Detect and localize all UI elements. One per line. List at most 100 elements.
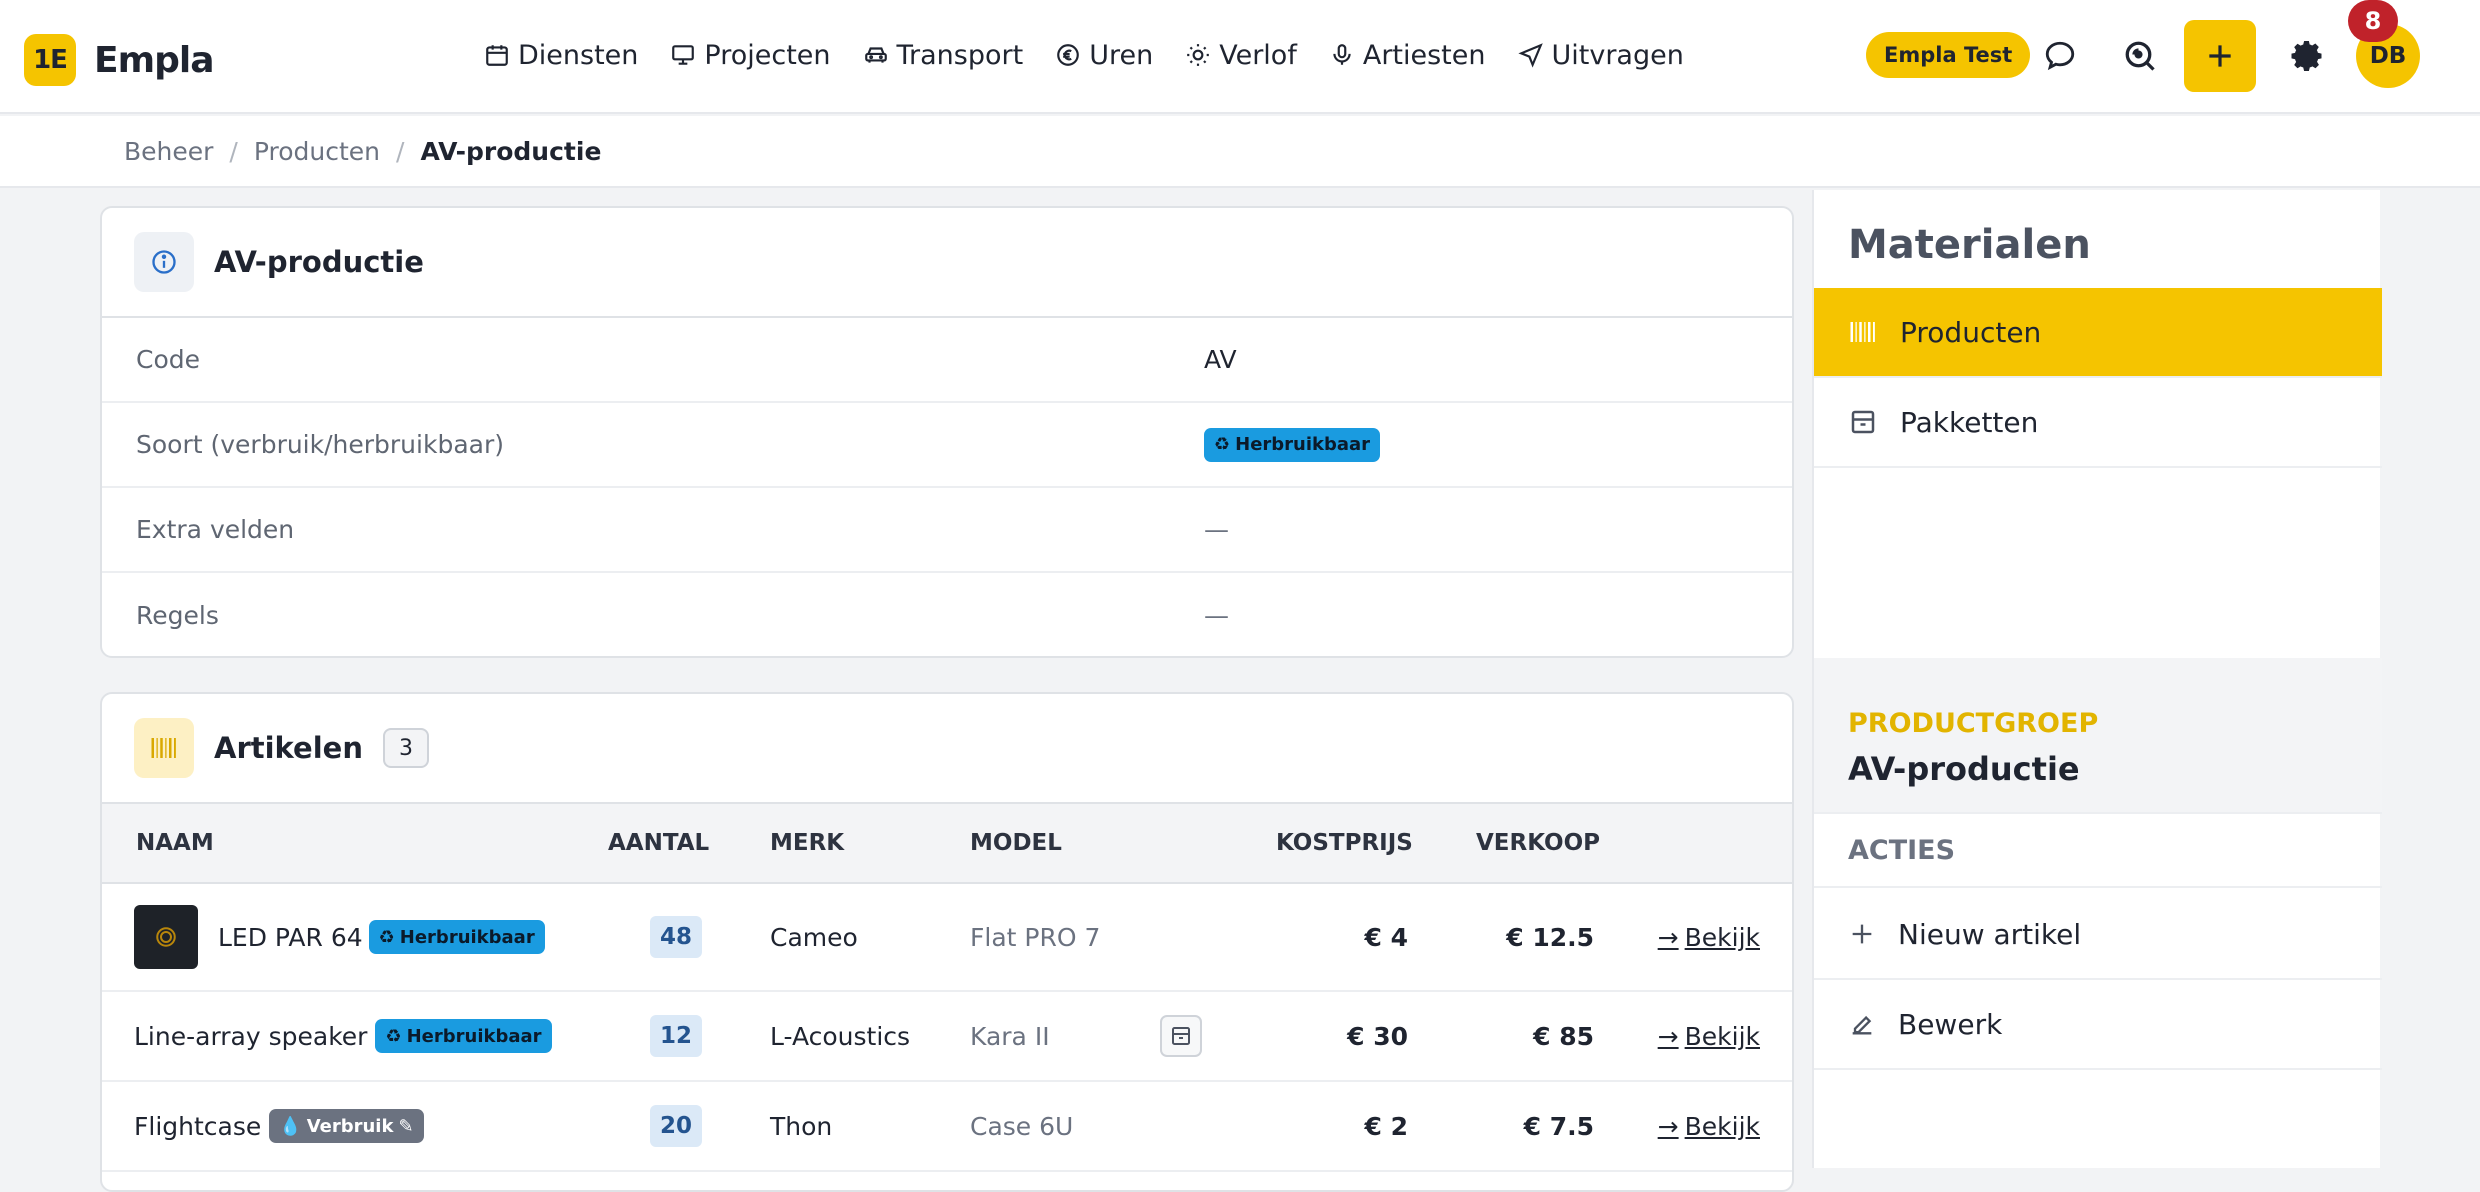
- package-icon: [1851, 410, 1875, 434]
- property-value: ♻ Herbruikbaar: [1204, 427, 1381, 462]
- quantity-badge: 20: [650, 1105, 703, 1147]
- brand-logo: 1E: [24, 34, 76, 86]
- sidebar-item-label: Producten: [1900, 315, 2042, 349]
- nav-item-uren[interactable]: Uren: [1039, 30, 1169, 80]
- breadcrumb-separator: /: [229, 136, 238, 166]
- cell-merk: Thon: [770, 1111, 833, 1141]
- view-link-inner[interactable]: → Bekijk: [1658, 923, 1760, 952]
- plus-icon: [2209, 45, 2231, 67]
- arrow-right-icon: →: [1657, 922, 1679, 952]
- cell-aantal: 12: [650, 992, 703, 1080]
- sidebar-item-pakketten[interactable]: Pakketten: [1814, 378, 2382, 468]
- package-button[interactable]: [1160, 992, 1202, 1080]
- recycle-icon: ♻: [385, 1025, 402, 1047]
- info-icon: [134, 232, 194, 292]
- col-aantal[interactable]: AANTAL: [608, 830, 709, 856]
- edit-button[interactable]: Bewerk: [1814, 980, 2382, 1070]
- nav-label: Uitvragen: [1551, 39, 1684, 71]
- barcode-icon: [134, 718, 194, 778]
- breadcrumb-beheer[interactable]: Beheer: [124, 137, 213, 166]
- nav-item-verlof[interactable]: Verlof: [1169, 30, 1313, 80]
- breadcrumb-current: AV-productie: [420, 136, 602, 166]
- cell-kostprijs: € 30: [1347, 1021, 1408, 1051]
- environment-badge[interactable]: Empla Test: [1866, 32, 2031, 78]
- badge-label: Herbruikbaar: [406, 1025, 542, 1047]
- badge-label: Herbruikbaar: [1235, 434, 1371, 455]
- cell-model: Kara II: [970, 1021, 1050, 1051]
- car-icon: [864, 47, 887, 63]
- col-verkoop[interactable]: VERKOOP: [1476, 830, 1600, 856]
- nav-item-projecten[interactable]: Projecten: [654, 30, 846, 80]
- article-name[interactable]: LED PAR 64: [218, 923, 363, 952]
- nav-item-uitvragen[interactable]: Uitvragen: [1502, 30, 1700, 80]
- action-label: Nieuw artikel: [1898, 917, 2082, 951]
- view-link-inner[interactable]: → Bekijk: [1658, 1112, 1760, 1141]
- view-link[interactable]: → Bekijk: [1658, 992, 1760, 1080]
- view-link[interactable]: → Bekijk: [1658, 1082, 1760, 1170]
- view-link-inner[interactable]: → Bekijk: [1658, 1022, 1760, 1051]
- cell-verkoop: € 12.5: [1506, 922, 1594, 952]
- property-row-regels: Regels —: [102, 573, 1792, 656]
- notification-badge[interactable]: 8: [2348, 0, 2398, 42]
- pencil-icon: [1852, 1015, 1872, 1035]
- property-label: Extra velden: [136, 515, 295, 544]
- actions-heading: ACTIES: [1814, 812, 2382, 888]
- cell-naam: Line-array speaker ♻ Herbruikbaar: [134, 992, 552, 1080]
- main-nav: Diensten Projecten Transport Uren Verlof…: [468, 30, 1700, 80]
- col-model[interactable]: MODEL: [970, 830, 1062, 856]
- cell-kostprijs: € 2: [1364, 1111, 1409, 1141]
- new-article-button[interactable]: Nieuw artikel: [1814, 890, 2382, 980]
- search-icon[interactable]: [2120, 36, 2160, 76]
- gear-icon[interactable]: [2288, 36, 2328, 76]
- package-icon[interactable]: [1160, 1015, 1202, 1057]
- card-title: Artikelen: [214, 731, 363, 765]
- nav-item-diensten[interactable]: Diensten: [468, 30, 654, 80]
- sidebar-item-producten[interactable]: Producten: [1814, 288, 2382, 378]
- view-link[interactable]: → Bekijk: [1658, 884, 1760, 990]
- cell-verkoop: € 7.5: [1523, 1111, 1594, 1141]
- article-name[interactable]: Flightcase: [134, 1112, 261, 1141]
- materials-sidebar: Materialen Producten Pakketten PRODUCTGR…: [1812, 190, 2382, 1168]
- sidebar-title: Materialen: [1848, 222, 2091, 268]
- badge-label: Verbruik: [306, 1115, 394, 1137]
- col-kostprijs[interactable]: KOSTPRIJS: [1276, 830, 1413, 856]
- product-group-section: PRODUCTGROEP AV-productie: [1814, 658, 2382, 812]
- pencil-icon: ✎: [398, 1115, 414, 1137]
- plus-icon: [1852, 924, 1872, 944]
- breadcrumb-producten[interactable]: Producten: [254, 137, 380, 166]
- badge-label: Herbruikbaar: [399, 926, 535, 948]
- article-name[interactable]: Line-array speaker: [134, 1022, 367, 1051]
- add-button[interactable]: [2184, 20, 2256, 92]
- cell-verkoop: € 85: [1533, 1021, 1594, 1051]
- property-label: Code: [136, 345, 201, 374]
- brand[interactable]: 1E Empla: [24, 34, 215, 86]
- cell-merk: Cameo: [770, 922, 858, 952]
- brand-name: Empla: [94, 39, 215, 81]
- recycle-icon: ♻: [1214, 434, 1231, 455]
- group-label: PRODUCTGROEP: [1848, 708, 2099, 739]
- monitor-icon: [672, 45, 695, 65]
- consumable-badge[interactable]: 💧 Verbruik ✎: [269, 1109, 424, 1143]
- top-navbar: 1E Empla Diensten Projecten Transport Ur…: [0, 0, 2480, 114]
- nav-item-transport[interactable]: Transport: [847, 30, 1040, 80]
- cell-naam: Flightcase 💧 Verbruik ✎: [134, 1082, 424, 1170]
- chat-icon[interactable]: [2040, 36, 2080, 76]
- property-value: —: [1204, 601, 1229, 630]
- nav-label: Verlof: [1219, 39, 1297, 71]
- cell-kostprijs: € 4: [1364, 922, 1409, 952]
- nav-label: Uren: [1089, 39, 1154, 71]
- calendar-icon: [486, 45, 508, 66]
- nav-item-artiesten[interactable]: Artiesten: [1313, 30, 1502, 80]
- euro-icon: [1057, 44, 1080, 66]
- col-merk[interactable]: MERK: [770, 830, 844, 856]
- breadcrumb: Beheer / Producten / AV-productie: [0, 116, 2480, 188]
- cell-aantal: 48: [650, 884, 703, 990]
- property-row-extra-velden: Extra velden —: [102, 488, 1792, 573]
- property-value: —: [1204, 515, 1229, 544]
- property-label: Regels: [136, 601, 219, 630]
- reusable-badge: ♻ Herbruikbaar: [1204, 427, 1381, 462]
- cell-naam: LED PAR 64 ♻ Herbruikbaar: [134, 884, 545, 990]
- nav-label: Transport: [896, 39, 1024, 71]
- col-naam[interactable]: NAAM: [136, 830, 214, 856]
- card-header: AV-productie: [102, 208, 1792, 318]
